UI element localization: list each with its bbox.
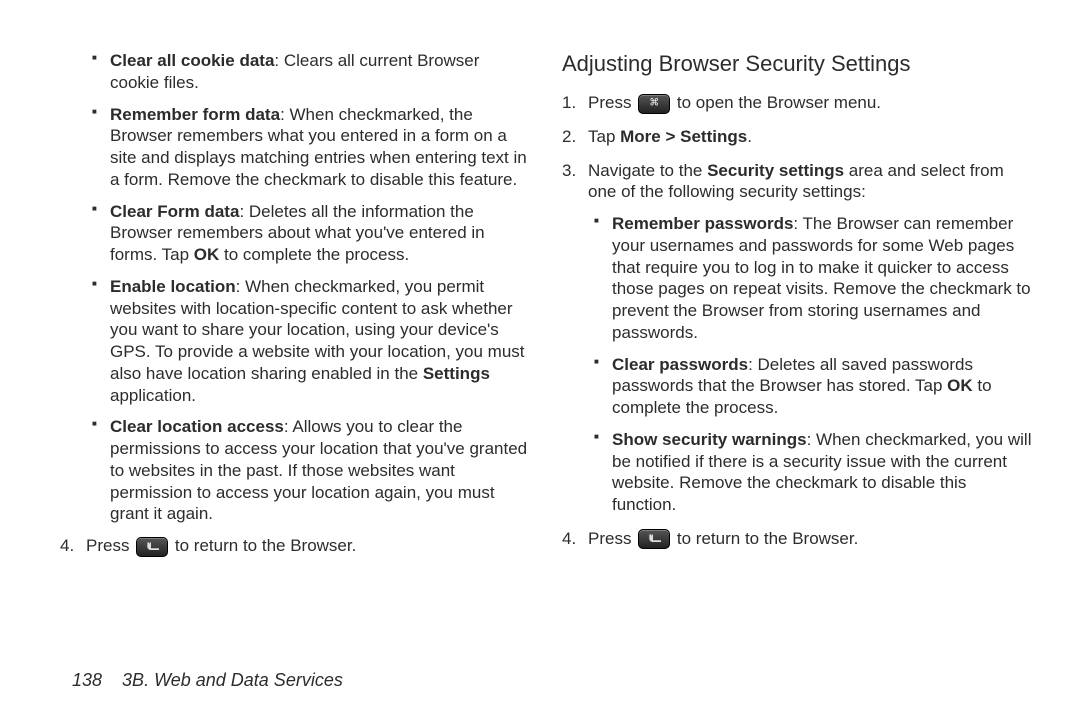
bullet-remember-form-data: Remember form data: When checkmarked, th… bbox=[92, 104, 530, 191]
bullet-post: to complete the process. bbox=[219, 245, 409, 264]
step-pre: Press bbox=[588, 93, 636, 112]
left-steps-continued: Press to return to the Browser. bbox=[60, 535, 530, 557]
bullet-label: Show security warnings bbox=[612, 430, 807, 449]
back-key-icon bbox=[638, 529, 670, 549]
right-column: Adjusting Browser Security Settings Pres… bbox=[562, 50, 1032, 639]
bullet-label: Clear passwords bbox=[612, 355, 748, 374]
section-heading: Adjusting Browser Security Settings bbox=[562, 50, 1032, 78]
bullet-bold-mid: OK bbox=[947, 376, 973, 395]
page-number: 138 bbox=[72, 670, 102, 690]
step-4-return: Press to return to the Browser. bbox=[562, 528, 1032, 550]
two-column-layout: Clear all cookie data: Clears all curren… bbox=[60, 50, 1032, 639]
step-bold: Security settings bbox=[707, 161, 844, 180]
step-pre: Press bbox=[86, 536, 134, 555]
bullet-label: Remember passwords bbox=[612, 214, 793, 233]
step-pre: Tap bbox=[588, 127, 620, 146]
page-footer: 138 3B. Web and Data Services bbox=[60, 639, 1032, 692]
step-4-return: Press to return to the Browser. bbox=[60, 535, 530, 557]
bullet-label: Clear all cookie data bbox=[110, 51, 274, 70]
bullet-clear-passwords: Clear passwords: Deletes all saved passw… bbox=[594, 354, 1032, 419]
bullet-clear-cookies: Clear all cookie data: Clears all curren… bbox=[92, 50, 530, 94]
bullet-label: Clear Form data bbox=[110, 202, 239, 221]
bullet-label: Clear location access bbox=[110, 417, 284, 436]
bullet-bold-mid: Settings bbox=[423, 364, 490, 383]
step-bold: More > Settings bbox=[620, 127, 747, 146]
bullet-bold-mid: OK bbox=[194, 245, 220, 264]
step-3-navigate-security: Navigate to the Security settings area a… bbox=[562, 160, 1032, 516]
step-pre: Navigate to the bbox=[588, 161, 707, 180]
bullet-label: Enable location bbox=[110, 277, 236, 296]
bullet-show-security-warnings: Show security warnings: When checkmarked… bbox=[594, 429, 1032, 516]
bullet-enable-location: Enable location: When checkmarked, you p… bbox=[92, 276, 530, 407]
menu-key-icon bbox=[638, 94, 670, 114]
bullet-label: Remember form data bbox=[110, 105, 280, 124]
manual-page: Clear all cookie data: Clears all curren… bbox=[0, 0, 1080, 720]
bullet-clear-location-access: Clear location access: Allows you to cle… bbox=[92, 416, 530, 525]
step-post: . bbox=[747, 127, 752, 146]
step-post: to return to the Browser. bbox=[170, 536, 356, 555]
privacy-settings-bullets: Clear all cookie data: Clears all curren… bbox=[60, 50, 530, 525]
back-key-icon bbox=[136, 537, 168, 557]
section-label: 3B. Web and Data Services bbox=[122, 670, 343, 690]
security-settings-bullets: Remember passwords: The Browser can reme… bbox=[588, 213, 1032, 516]
security-steps: Press to open the Browser menu. Tap More… bbox=[562, 92, 1032, 550]
bullet-clear-form-data: Clear Form data: Deletes all the informa… bbox=[92, 201, 530, 266]
left-column: Clear all cookie data: Clears all curren… bbox=[60, 50, 530, 639]
bullet-post: application. bbox=[110, 386, 196, 405]
step-pre: Press bbox=[588, 529, 636, 548]
bullet-text: : The Browser can remember your username… bbox=[612, 214, 1031, 342]
step-post: to return to the Browser. bbox=[672, 529, 858, 548]
bullet-remember-passwords: Remember passwords: The Browser can reme… bbox=[594, 213, 1032, 344]
step-post: to open the Browser menu. bbox=[672, 93, 881, 112]
step-2-tap-more-settings: Tap More > Settings. bbox=[562, 126, 1032, 148]
step-1-open-menu: Press to open the Browser menu. bbox=[562, 92, 1032, 114]
